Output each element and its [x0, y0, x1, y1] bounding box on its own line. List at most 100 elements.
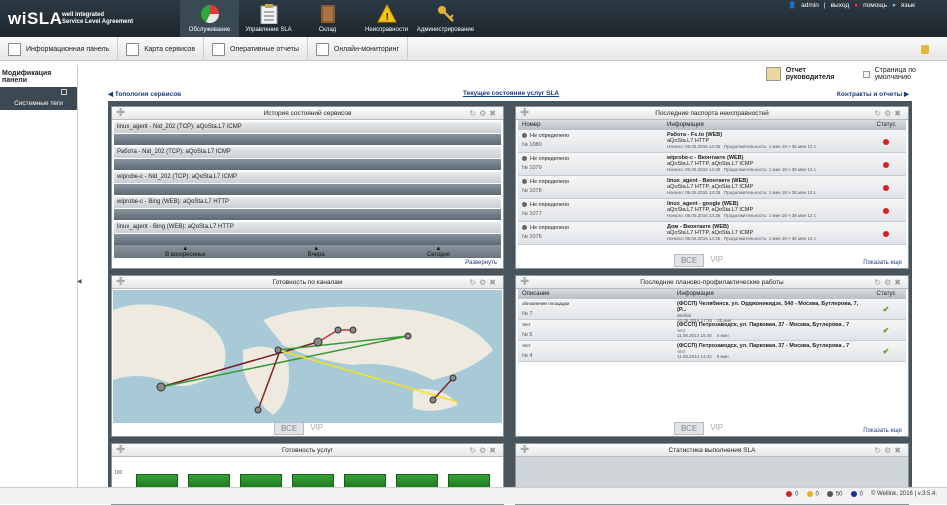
vip-toggle: ВСЕ VIP [674, 254, 729, 267]
readiness-bar[interactable] [292, 474, 334, 488]
boss-report-link[interactable]: Отчет руководителя [786, 67, 850, 81]
readiness-bar[interactable] [396, 474, 438, 488]
tab-service-map[interactable]: Карта сервисов [118, 37, 205, 61]
nav-admin[interactable]: Администрирование [416, 0, 475, 37]
gray-counter[interactable]: 50 [826, 491, 843, 498]
passport-row[interactable]: Не определено № 1076 Дом - Вконтакте (WEB)… [518, 222, 906, 245]
tab-info-panel[interactable]: Информационная панель [0, 37, 119, 61]
nav-faults[interactable]: ! Неисправности [357, 0, 416, 37]
drag-handle-icon[interactable]: ✚ [520, 444, 529, 457]
drag-handle-icon[interactable]: ✚ [116, 444, 125, 457]
all-button[interactable]: ВСЕ [674, 422, 705, 435]
vip-button[interactable]: VIP [704, 422, 729, 435]
widget-tools-icon[interactable]: ↻⚙✖ [469, 444, 499, 457]
passport-start: Начало: 06.05.2016 14:35 [667, 167, 721, 172]
readiness-bar[interactable] [136, 474, 178, 488]
maintenance-row[interactable]: тест № 5 (ФССП) Петрозаводск, ул. Парковая… [518, 320, 906, 341]
history-row[interactable]: wiprobe-c - Nid_202 (TCP): aQoSta.L7 ICM… [114, 172, 501, 183]
topology-link[interactable]: ◀ Топология сервисов [108, 90, 181, 98]
widget-tools-icon[interactable]: ↻⚙✖ [874, 107, 904, 120]
col-info: Информация [677, 291, 714, 297]
passport-row[interactable]: Не определено № 1078 linux_agent - Вконтак… [518, 176, 906, 199]
tab-label: Информационная панель [26, 45, 110, 53]
history-bar [114, 234, 501, 245]
maintenance-row[interactable]: тест № 4 (ФССП) Петрозаводск, ул. Парковая… [518, 341, 906, 362]
passport-info-cell: Работа - Fs.to (WEB) aQoSta.L7 HTTP Начало… [663, 130, 866, 152]
show-more-link[interactable]: Показать еще [863, 428, 902, 434]
widget-header: ✚ История состояний сервисов ↻⚙✖ [112, 107, 503, 120]
widget-tools-icon[interactable]: ↻⚙✖ [469, 107, 499, 120]
passport-row[interactable]: Не определено № 1079 wiprobe-c - Вконтакте… [518, 153, 906, 176]
contracts-link[interactable]: Контракты и отчеты ▶ [837, 90, 909, 98]
tab-monitoring[interactable]: Онлайн-мониторинг [308, 37, 408, 61]
help-link[interactable]: помощь [863, 2, 887, 9]
channels-map[interactable] [113, 290, 502, 423]
show-more-link[interactable]: Показать еще [863, 260, 902, 266]
widget-header: ✚ Статистика выполнения SLA ↻⚙✖ [516, 444, 908, 457]
clipboard-icon [259, 4, 279, 24]
yellow-dot-icon [806, 491, 813, 497]
drag-handle-icon[interactable]: ✚ [116, 276, 125, 289]
all-button[interactable]: ВСЕ [674, 254, 705, 267]
keys-icon [436, 4, 456, 24]
help-icon: ● [854, 1, 859, 9]
vip-button[interactable]: VIP [704, 254, 729, 267]
history-row[interactable]: linux_agent - Bing (WEB): aQoSta.L7 HTTP [114, 222, 501, 233]
history-row[interactable]: wiprobe-c - Bing (WEB): aQoSta.L7 HTTP [114, 197, 501, 208]
logout-link[interactable]: выход [831, 2, 850, 9]
nav-maintenance[interactable]: Обслуживание [180, 0, 239, 37]
table-header: Номер Информация Статус [518, 120, 906, 130]
widget-tools-icon[interactable]: ↻⚙✖ [874, 444, 904, 457]
red-counter[interactable]: 0 [786, 491, 799, 498]
maintenance-table: Описание Информация Статус обновление пл… [516, 289, 908, 362]
default-page-checkbox[interactable] [863, 70, 870, 78]
maint-number: № 7 [522, 311, 533, 317]
col-desc: Описание [522, 291, 550, 297]
app-logo[interactable]: wiSLA [8, 9, 62, 29]
vip-toggle: ВСЕ VIP [674, 422, 729, 435]
drag-handle-icon[interactable]: ✚ [116, 107, 125, 120]
yellow-counter[interactable]: 0 [806, 491, 819, 498]
passport-row[interactable]: Не определено № 1077 linux_agent - google … [518, 199, 906, 222]
pin-icon[interactable] [61, 89, 67, 95]
expand-link[interactable]: Развернуть [465, 260, 497, 266]
lock-icon[interactable] [921, 45, 929, 54]
vip-button[interactable]: VIP [304, 422, 329, 435]
readiness-bar[interactable] [188, 474, 230, 488]
check-icon: ✔ [882, 305, 890, 314]
readiness-bar[interactable] [240, 474, 282, 488]
sla-state-link[interactable]: Текущее состояние услуг SLA [463, 90, 559, 97]
widget-header: ✚ Готовность по каналам ↻⚙✖ [112, 276, 503, 289]
nav-label: Неисправности [365, 27, 408, 33]
history-bar [114, 159, 501, 170]
collapse-arrow-icon[interactable]: ◀ [77, 278, 82, 285]
widget-tools-icon[interactable]: ↻⚙✖ [469, 276, 499, 289]
passport-num-cell: Не определено № 1078 [518, 176, 663, 198]
language-link[interactable]: язык [901, 2, 915, 9]
maint-desc-cell: обновление площадки № 7 [518, 299, 673, 319]
passport-info-cell: linux_agent - Вконтакте (WEB) aQoSta.L7 H… [663, 176, 866, 198]
passport-row[interactable]: Не определено № 1080 Работа - Fs.to (WEB) a… [518, 130, 906, 153]
all-button[interactable]: ВСЕ [274, 422, 305, 435]
drag-handle-icon[interactable]: ✚ [520, 276, 529, 289]
tab-reports[interactable]: Оперативные отчеты [204, 37, 308, 61]
passport-status-cell [866, 130, 906, 152]
history-row[interactable]: linux_agent - Nid_202 (TCP): aQoSta.L7 I… [114, 122, 501, 133]
nav-warehouse[interactable]: Склад [298, 0, 357, 37]
widget-header: ✚ Последние паспорта неисправностей ↻⚙✖ [516, 107, 908, 120]
system-tags-button[interactable]: Системные теги [0, 87, 77, 110]
maint-info-cell: (ФССП) Петрозаводск, ул. Парковая, 37 - … [673, 341, 866, 361]
col-number: Номер [522, 122, 541, 128]
history-row[interactable]: Работа - Nid_202 (TCP): aQoSta.L7 ICMP [114, 147, 501, 158]
nav-sla[interactable]: Управление SLA [239, 0, 298, 37]
sub-nav: Информационная панель Карта сервисов Опе… [0, 37, 947, 61]
username[interactable]: admin [801, 2, 819, 9]
widget-tools-icon[interactable]: ↻⚙✖ [874, 276, 904, 289]
readiness-bar[interactable] [448, 474, 490, 488]
blue-counter[interactable]: 0 [850, 491, 863, 498]
state-text: Не определено [530, 156, 570, 162]
maintenance-row[interactable]: обновление площадки № 7 (ФССП) Челябинск, … [518, 299, 906, 323]
topology-link-label: Топология сервисов [114, 91, 182, 98]
readiness-bar[interactable] [344, 474, 386, 488]
drag-handle-icon[interactable]: ✚ [520, 107, 529, 120]
